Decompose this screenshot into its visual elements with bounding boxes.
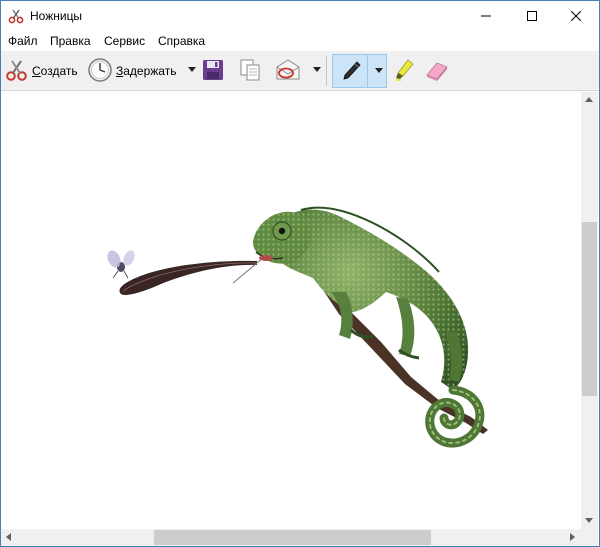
menu-file[interactable]: Файл [8, 34, 38, 48]
chevron-down-icon[interactable] [585, 518, 593, 523]
scissors-icon [5, 58, 29, 85]
new-snip-label: Создать [32, 64, 78, 78]
title-bar[interactable]: Ножницы [1, 1, 599, 31]
delay-button[interactable]: Задержать [87, 55, 176, 87]
scrollbar-corner [581, 529, 598, 546]
chevron-up-icon[interactable] [585, 97, 593, 102]
copy-icon [238, 58, 262, 85]
toolbar-separator [326, 56, 327, 86]
minimize-icon [481, 15, 491, 17]
chevron-left-icon[interactable] [6, 533, 11, 541]
menu-tools[interactable]: Сервис [104, 34, 145, 48]
highlighter-icon [392, 58, 416, 85]
horizontal-scroll-thumb[interactable] [154, 530, 431, 545]
menu-bar: Файл Правка Сервис Справка [1, 31, 599, 51]
minimize-button[interactable] [463, 1, 509, 31]
snip-canvas[interactable] [1, 92, 581, 529]
split-divider [367, 55, 368, 87]
chevron-down-icon[interactable] [375, 68, 383, 73]
menu-help[interactable]: Справка [158, 34, 205, 48]
window-title: Ножницы [30, 9, 83, 23]
delay-label: Задержать [116, 64, 177, 78]
pen-button-group[interactable] [332, 54, 387, 88]
scissors-icon [8, 8, 24, 24]
eraser-button[interactable] [424, 55, 450, 87]
clock-icon [87, 57, 113, 86]
maximize-icon [527, 11, 537, 21]
chevron-down-icon[interactable] [188, 67, 196, 72]
send-snip-button[interactable] [274, 55, 302, 87]
save-button[interactable] [201, 55, 225, 87]
pen-icon[interactable] [339, 59, 363, 86]
floppy-disk-icon [201, 58, 225, 85]
snipping-tool-window: Ножницы Файл Правка Сервис Справка Созда… [0, 0, 600, 547]
close-button[interactable] [553, 1, 599, 31]
chevron-down-icon[interactable] [313, 67, 321, 72]
menu-edit[interactable]: Правка [50, 34, 91, 48]
maximize-button[interactable] [509, 1, 555, 31]
horizontal-scrollbar[interactable] [1, 529, 581, 546]
chameleon-image [107, 206, 488, 448]
fly-icon [107, 250, 135, 279]
toolbar: Создать Задержать [1, 51, 599, 91]
chevron-right-icon[interactable] [570, 533, 575, 541]
close-icon [571, 11, 581, 21]
copy-button[interactable] [238, 55, 262, 87]
vertical-scrollbar[interactable] [581, 92, 598, 529]
vertical-scroll-thumb[interactable] [582, 222, 597, 396]
highlighter-button[interactable] [392, 55, 416, 87]
eraser-icon [424, 58, 450, 85]
new-snip-button[interactable]: Создать [5, 55, 78, 87]
envelope-icon [274, 58, 302, 85]
